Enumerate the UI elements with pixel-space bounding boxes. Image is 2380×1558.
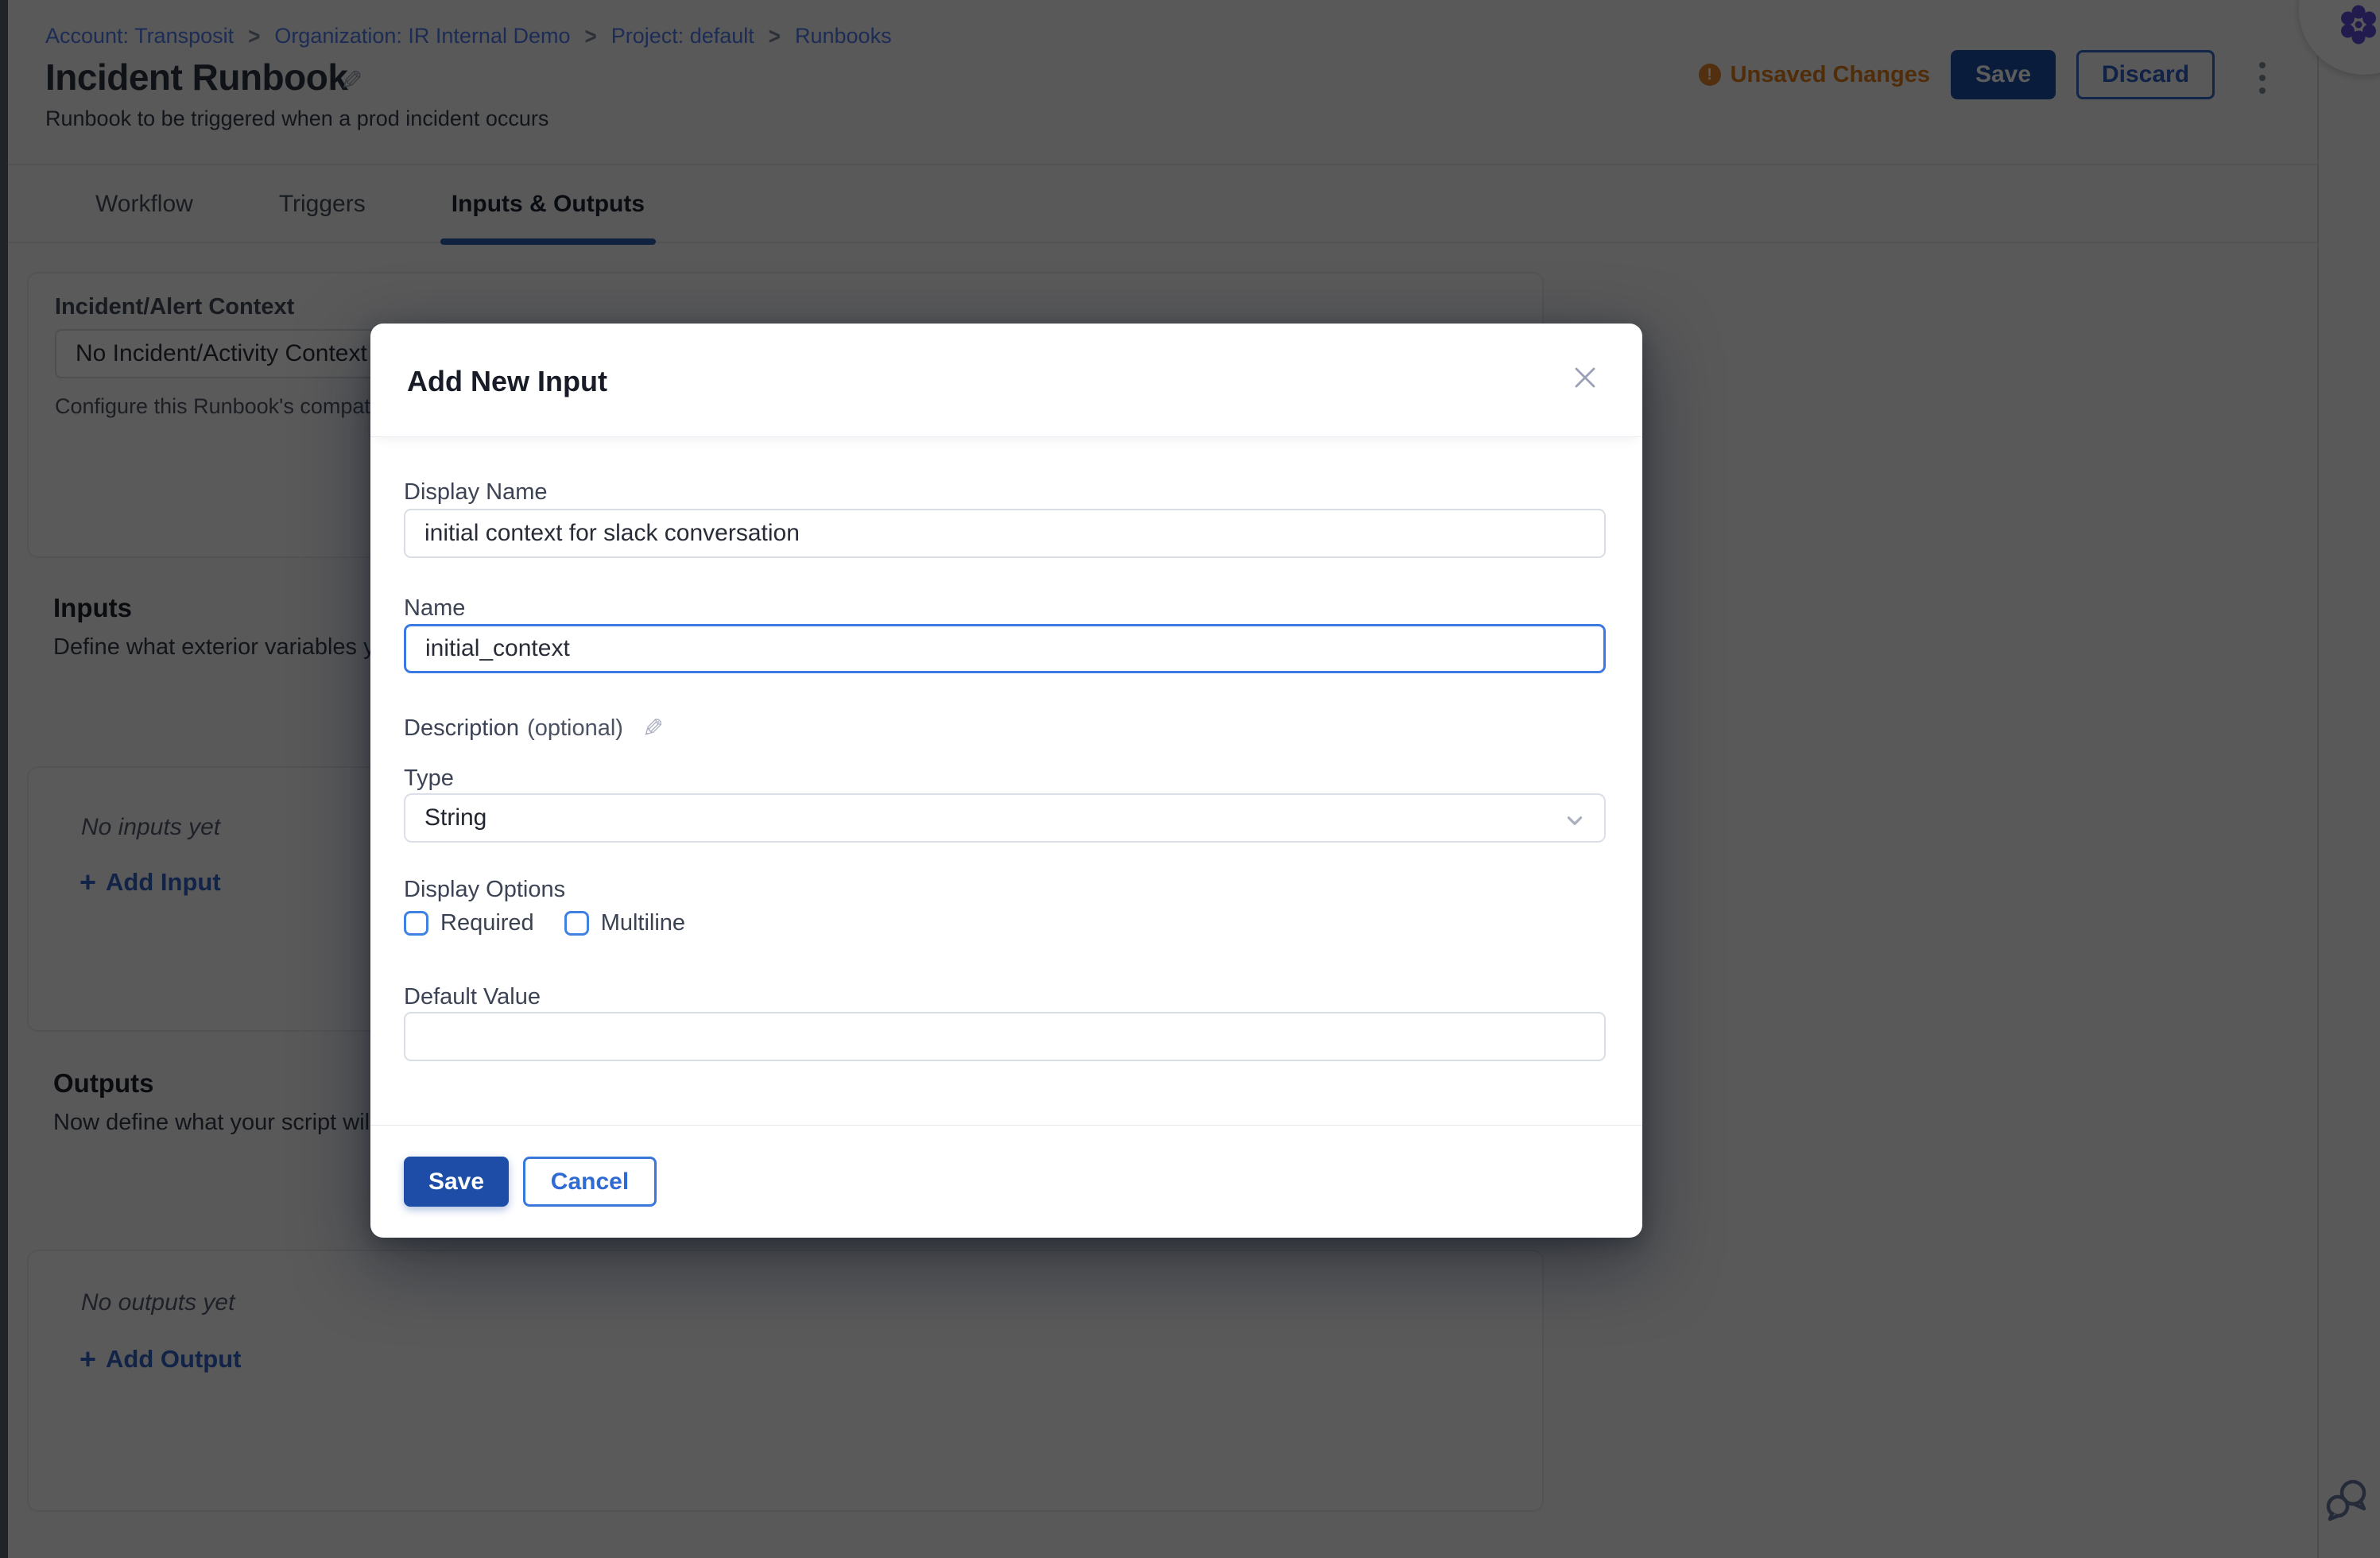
type-select-value: String [424,804,486,831]
breadcrumb-separator-icon: > [769,22,781,51]
multiline-checkbox[interactable] [564,911,589,936]
outputs-section-subtitle: Now define what your script will ma [53,1110,413,1136]
plus-icon: + [79,1347,96,1371]
display-name-label: Display Name [404,479,548,506]
tab-inputs-outputs[interactable]: Inputs & Outputs [440,165,656,243]
display-name-input[interactable] [404,509,1606,558]
name-label: Name [404,595,465,622]
avatar[interactable] [2299,0,2380,75]
add-input-button[interactable]: + Add Input [79,868,221,897]
tab-triggers[interactable]: Triggers [268,165,377,243]
breadcrumb-separator-icon: > [585,22,597,51]
breadcrumb-account-link[interactable]: Account: Transposit [45,24,234,48]
description-row: Description (optional) ✎ [404,713,664,743]
required-checkbox-item[interactable]: Required [404,910,534,936]
add-output-label: Add Output [106,1345,241,1374]
page-subtitle: Runbook to be triggered when a prod inci… [45,107,548,131]
flower-logo-icon [2335,2,2380,48]
type-select[interactable]: String [404,793,1606,843]
plus-icon: + [79,870,96,894]
warning-icon: ! [1699,64,1721,86]
modal-footer: Save Cancel [370,1125,1642,1238]
close-button[interactable] [1568,360,1603,395]
breadcrumb-project-link[interactable]: Project: default [611,24,754,48]
add-input-label: Add Input [106,868,221,897]
inputs-section-title: Inputs [53,593,132,623]
outputs-section-title: Outputs [53,1068,153,1099]
add-input-modal: Add New Input Display Name Name Descript… [370,324,1642,1238]
required-checkbox[interactable] [404,911,428,936]
chat-bubbles-icon [2324,1477,2369,1521]
breadcrumb-organization-link[interactable]: Organization: IR Internal Demo [274,24,570,48]
modal-title: Add New Input [407,365,607,398]
close-icon [1570,362,1600,393]
name-input[interactable] [404,624,1606,673]
type-label: Type [404,765,454,792]
description-optional-label: (optional) [527,715,623,742]
save-button-header[interactable]: Save [1951,50,2056,99]
multiline-checkbox-label: Multiline [601,910,685,936]
discard-button[interactable]: Discard [2076,50,2215,99]
modal-cancel-button[interactable]: Cancel [523,1157,657,1207]
kebab-menu-icon[interactable] [2254,54,2270,102]
modal-save-button[interactable]: Save [404,1157,509,1207]
window-edge [0,0,8,1558]
modal-header: Add New Input [370,324,1642,437]
display-options-row: Required Multiline [404,910,715,936]
inputs-section-subtitle: Define what exterior variables your [53,634,408,661]
display-options-label: Display Options [404,877,565,903]
content-right-divider [2317,0,2319,1558]
context-select-value: No Incident/Activity Context [76,340,367,367]
required-checkbox-label: Required [440,910,534,936]
breadcrumb-separator-icon: > [248,22,260,51]
chat-launcher[interactable] [2324,1477,2369,1521]
context-help-text: Configure this Runbook's compatibi [55,394,392,419]
edit-title-icon[interactable]: ✎ [340,65,363,97]
tab-bar: Workflow Triggers Inputs & Outputs [8,165,2317,243]
edit-description-icon[interactable]: ✎ [642,713,664,743]
context-label: Incident/Alert Context [55,294,294,320]
inputs-empty-text: No inputs yet [81,814,220,841]
add-output-button[interactable]: + Add Output [79,1345,241,1374]
multiline-checkbox-item[interactable]: Multiline [564,910,685,936]
unsaved-changes-badge: ! Unsaved Changes [1699,62,1930,88]
default-value-label: Default Value [404,984,541,1010]
outputs-card: No outputs yet + Add Output [27,1250,1544,1512]
tab-workflow[interactable]: Workflow [84,165,204,243]
chevron-down-icon [1564,810,1585,831]
outputs-empty-text: No outputs yet [81,1289,235,1316]
page-title: Incident Runbook [45,56,347,99]
header-actions: ! Unsaved Changes Save Discard [1699,49,2215,100]
breadcrumb-runbooks-link[interactable]: Runbooks [795,24,892,48]
description-label: Description [404,715,519,742]
app-screen: Account: Transposit > Organization: IR I… [0,0,2380,1558]
default-value-input[interactable] [404,1012,1606,1061]
unsaved-changes-label: Unsaved Changes [1731,62,1930,88]
breadcrumb: Account: Transposit > Organization: IR I… [45,24,892,48]
